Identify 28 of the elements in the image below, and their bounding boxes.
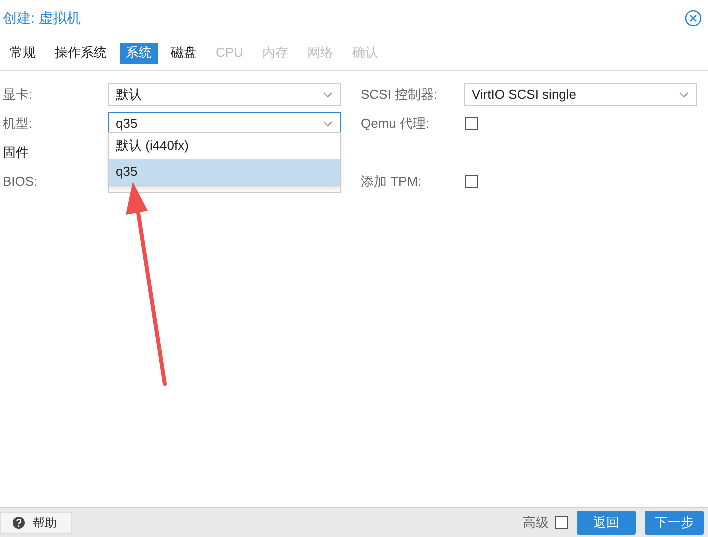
help-button[interactable]: 帮助 bbox=[0, 512, 72, 534]
field-label: Qemu 代理: bbox=[361, 114, 431, 133]
dropdown-option[interactable]: 默认 (i440fx) bbox=[109, 133, 340, 159]
field-label: BIOS: bbox=[3, 172, 39, 191]
advanced-checkbox[interactable] bbox=[555, 516, 568, 529]
nav-button[interactable]: 返回 bbox=[577, 510, 636, 534]
help-icon bbox=[13, 516, 25, 528]
dropdown-option[interactable]: q35 bbox=[109, 159, 340, 185]
select-field[interactable]: 默认 bbox=[108, 83, 341, 106]
field-label: 添加 TPM: bbox=[361, 172, 423, 191]
field-label: 显卡: bbox=[3, 86, 34, 104]
checkbox[interactable] bbox=[465, 175, 478, 188]
close-icon[interactable] bbox=[685, 10, 702, 26]
tab[interactable]: 磁盘 bbox=[165, 42, 203, 64]
select-field[interactable]: VirtIO SCSI single bbox=[464, 83, 697, 106]
field-label: SCSI 控制器: bbox=[361, 86, 439, 104]
nav-button[interactable]: 下一步 bbox=[645, 510, 704, 534]
chevron-down-icon bbox=[679, 92, 689, 98]
window-title: 创建: 虚拟机 bbox=[3, 8, 81, 28]
chevron-down-icon bbox=[323, 120, 333, 126]
chevron-down-icon bbox=[323, 92, 333, 98]
advanced-label: 高级 bbox=[523, 514, 549, 532]
checkbox[interactable] bbox=[465, 117, 478, 130]
field-label: 固件 bbox=[3, 144, 30, 162]
field-label: 机型: bbox=[3, 114, 34, 133]
tab[interactable]: 操作系统 bbox=[49, 42, 113, 64]
tab[interactable]: 常规 bbox=[4, 42, 42, 64]
tab[interactable]: 系统 bbox=[120, 42, 158, 64]
